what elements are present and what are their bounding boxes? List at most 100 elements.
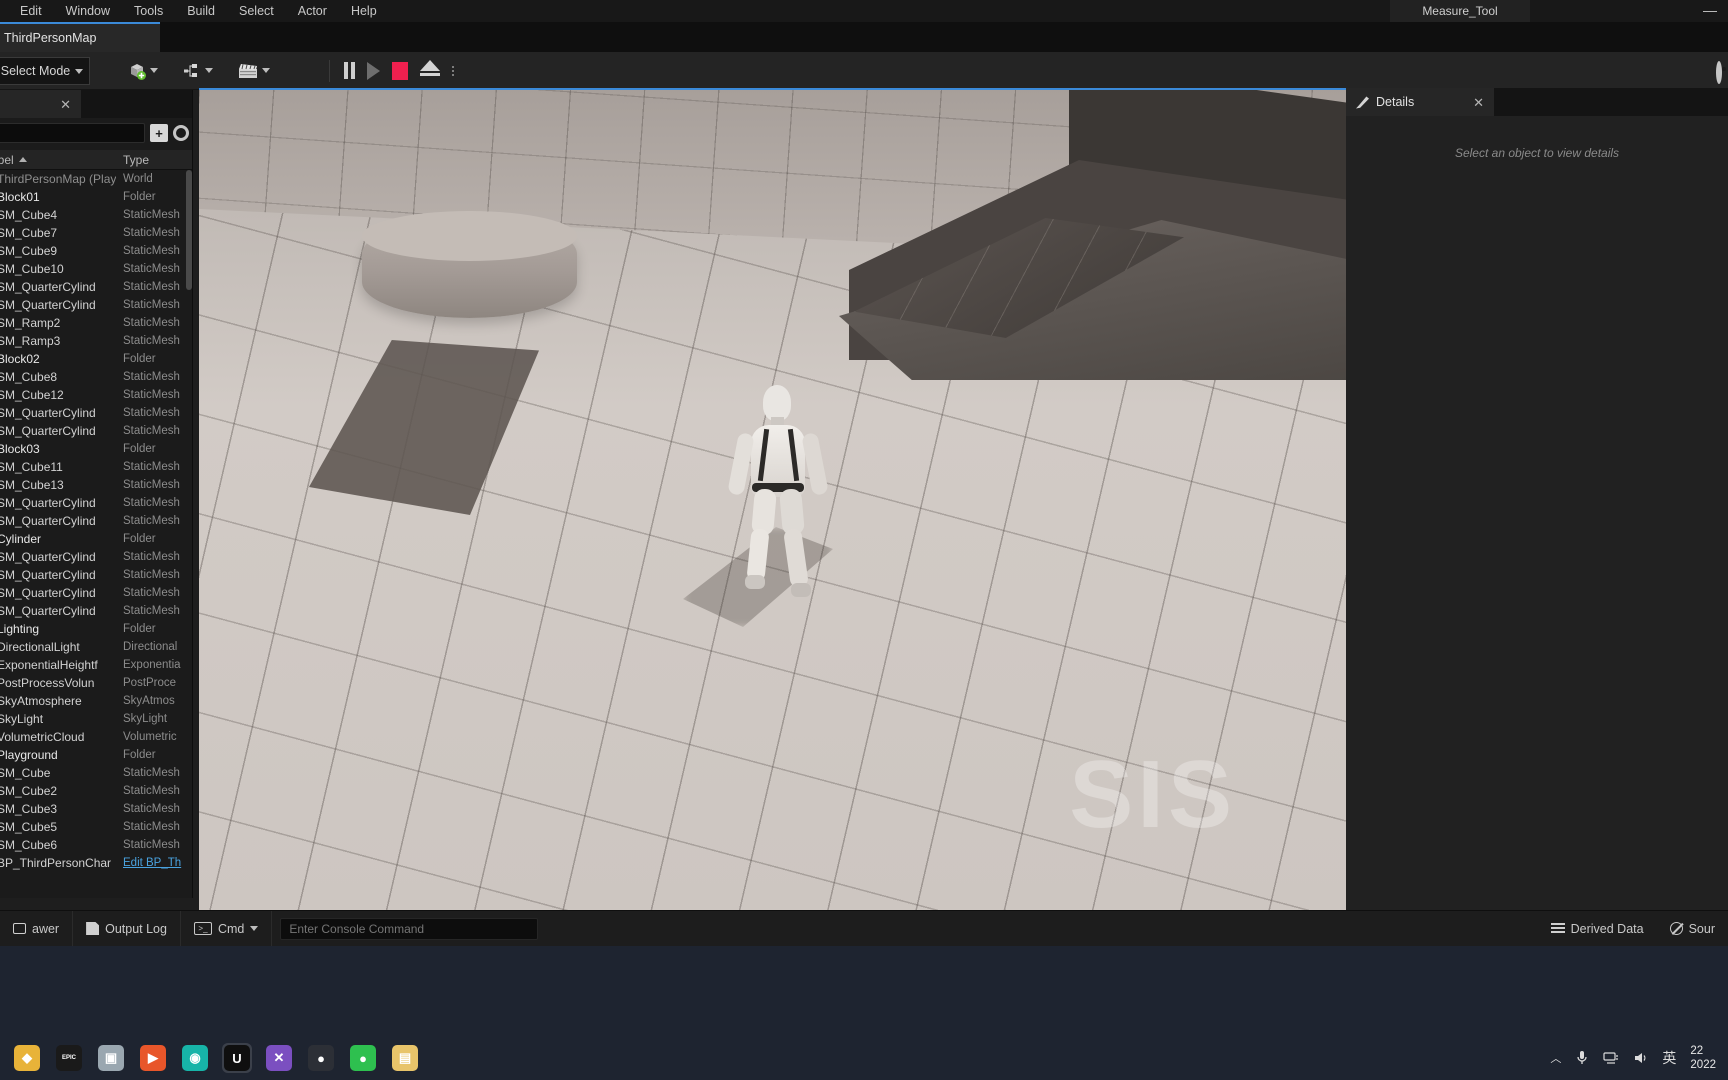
outliner-row[interactable]: Block01 Folder xyxy=(0,188,192,206)
toolbar-settings-button[interactable] xyxy=(1716,61,1722,84)
derived-data-button[interactable]: Derived Data xyxy=(1538,911,1657,947)
outliner-row[interactable]: SM_Cube13 StaticMesh xyxy=(0,476,192,494)
outliner-row[interactable]: ▲ExponentialHeightfExponentia xyxy=(0,656,192,674)
taskbar-app-epic-games[interactable]: EPIC xyxy=(54,1043,84,1073)
outliner-row[interactable]: Cylinder Folder xyxy=(0,530,192,548)
outliner-row[interactable]: ▣PostProcessVolunPostProce xyxy=(0,674,192,692)
tab-outliner[interactable]: ✕ xyxy=(0,90,81,118)
console-command-input[interactable] xyxy=(289,921,530,936)
outliner-row[interactable]: SM_Cube5 StaticMesh xyxy=(0,818,192,836)
add-filter-icon[interactable]: + xyxy=(150,124,168,142)
taskbar-app-obs[interactable]: ● xyxy=(306,1043,336,1073)
eject-button[interactable] xyxy=(415,56,445,86)
outliner-row[interactable]: ThirdPersonMap (Play World xyxy=(0,170,192,188)
menu-item-actor[interactable]: Actor xyxy=(286,2,339,20)
status-bar: awer Output Log >_ Cmd Derived Data Sour xyxy=(0,910,1728,947)
outliner-row[interactable]: SM_Cube3 StaticMesh xyxy=(0,800,192,818)
search-input[interactable] xyxy=(0,127,139,139)
network-icon[interactable] xyxy=(1603,1051,1619,1065)
outliner-row-type: StaticMesh xyxy=(123,785,180,797)
outliner-row[interactable]: SM_Cube StaticMesh xyxy=(0,764,192,782)
outliner-row[interactable]: SM_QuarterCylind StaticMesh xyxy=(0,278,192,296)
outliner-row[interactable]: SM_QuarterCylind StaticMesh xyxy=(0,422,192,440)
more-options-button[interactable] xyxy=(447,56,459,86)
taskbar-clock[interactable]: 22 2022 xyxy=(1690,1044,1716,1073)
outliner-row[interactable]: SM_Cube8 StaticMesh xyxy=(0,368,192,386)
blueprints-button[interactable] xyxy=(177,56,218,86)
level-viewport[interactable]: SIS xyxy=(199,88,1346,910)
outliner-row[interactable]: SM_Cube4 StaticMesh xyxy=(0,206,192,224)
cmd-dropdown-button[interactable]: >_ Cmd xyxy=(181,910,273,947)
pause-button[interactable] xyxy=(339,56,360,86)
console-prompt-icon: >_ xyxy=(193,922,212,935)
ime-language-indicator[interactable]: 英 xyxy=(1662,1048,1676,1068)
taskbar-app-wechat[interactable]: ● xyxy=(348,1043,378,1073)
volume-icon[interactable] xyxy=(1633,1051,1648,1065)
output-log-button[interactable]: Output Log xyxy=(73,910,181,947)
outliner-row[interactable]: SM_Cube10 StaticMesh xyxy=(0,260,192,278)
outliner-row[interactable]: SM_Cube12 StaticMesh xyxy=(0,386,192,404)
taskbar-app-folder-orange[interactable]: ◆ xyxy=(12,1043,42,1073)
outliner-row[interactable]: SM_QuarterCylind StaticMesh xyxy=(0,584,192,602)
content-drawer-button[interactable]: awer xyxy=(0,910,74,947)
outliner-row[interactable]: ◉BP_ThirdPersonCharEdit BP_Th xyxy=(0,854,192,872)
outliner-search-box[interactable] xyxy=(0,123,145,143)
menu-item-select[interactable]: Select xyxy=(227,2,286,20)
close-icon[interactable]: ✕ xyxy=(1473,96,1484,109)
console-command-box[interactable] xyxy=(280,917,539,940)
mic-icon[interactable] xyxy=(1575,1050,1589,1066)
outliner-row[interactable]: ⛰SkyAtmosphereSkyAtmos xyxy=(0,692,192,710)
outliner-settings-gear-icon[interactable] xyxy=(173,125,189,141)
outliner-row[interactable]: ◍SkyLightSkyLight xyxy=(0,710,192,728)
step-button[interactable] xyxy=(362,56,385,86)
taskbar-app-media[interactable]: ▶ xyxy=(138,1043,168,1073)
select-mode-dropdown[interactable]: Select Mode xyxy=(0,57,90,85)
outliner-row[interactable]: Block03 Folder xyxy=(0,440,192,458)
tray-expand-chevron-icon[interactable]: ︿ xyxy=(1550,1050,1561,1066)
outliner-row-type: SkyLight xyxy=(123,713,168,725)
outliner-row[interactable]: SM_Cube9 StaticMesh xyxy=(0,242,192,260)
tab-third-person-map[interactable]: ThirdPersonMap xyxy=(0,22,160,52)
menu-item-tools[interactable]: Tools xyxy=(122,2,175,20)
outliner-row[interactable]: SM_QuarterCylind StaticMesh xyxy=(0,512,192,530)
source-control-button[interactable]: Sour xyxy=(1657,911,1728,947)
outliner-row-name: Block03 xyxy=(0,442,123,456)
taskbar-app-file-explorer[interactable]: ▤ xyxy=(390,1043,420,1073)
outliner-row[interactable]: SM_QuarterCylind StaticMesh xyxy=(0,296,192,314)
outliner-row[interactable]: SM_Ramp3 StaticMesh xyxy=(0,332,192,350)
outliner-row[interactable]: Block02 Folder xyxy=(0,350,192,368)
outliner-row[interactable]: SM_Cube7 StaticMesh xyxy=(0,224,192,242)
outliner-row[interactable]: SM_QuarterCylind StaticMesh xyxy=(0,548,192,566)
column-header-label[interactable]: abel xyxy=(0,153,123,167)
outliner-row[interactable]: SM_QuarterCylind StaticMesh xyxy=(0,494,192,512)
menu-item-edit[interactable]: Edit xyxy=(8,2,54,20)
outliner-row[interactable]: Playground Folder xyxy=(0,746,192,764)
taskbar-app-unreal-engine[interactable]: U xyxy=(222,1043,252,1073)
outliner-row-list[interactable]: ThirdPersonMap (Play World Block01 Folder SM… xyxy=(0,170,192,898)
window-minimize-button[interactable] xyxy=(1692,0,1728,22)
stop-button[interactable] xyxy=(387,56,413,86)
outliner-row[interactable]: SM_Cube6 StaticMesh xyxy=(0,836,192,854)
taskbar-app-visual-studio[interactable]: ✕ xyxy=(264,1043,294,1073)
outliner-row-type: Folder xyxy=(123,191,156,203)
outliner-scrollbar[interactable] xyxy=(186,170,192,290)
close-icon[interactable]: ✕ xyxy=(60,98,71,111)
cinematics-button[interactable] xyxy=(232,56,275,86)
taskbar-app-edge[interactable]: ◉ xyxy=(180,1043,210,1073)
outliner-row[interactable]: ☁VolumetricCloudVolumetric xyxy=(0,728,192,746)
outliner-row[interactable]: SM_Ramp2 StaticMesh xyxy=(0,314,192,332)
menu-item-build[interactable]: Build xyxy=(175,2,227,20)
outliner-row[interactable]: SM_QuarterCylind StaticMesh xyxy=(0,566,192,584)
outliner-row[interactable]: SM_QuarterCylind StaticMesh xyxy=(0,602,192,620)
menu-item-help[interactable]: Help xyxy=(339,2,389,20)
outliner-row[interactable]: SM_Cube2 StaticMesh xyxy=(0,782,192,800)
outliner-row[interactable]: Lighting Folder xyxy=(0,620,192,638)
outliner-row[interactable]: ✳DirectionalLightDirectional xyxy=(0,638,192,656)
column-header-type[interactable]: Type xyxy=(123,153,192,167)
create-actor-button[interactable] xyxy=(122,56,163,86)
outliner-row[interactable]: SM_Cube11 StaticMesh xyxy=(0,458,192,476)
taskbar-app-photos[interactable]: ▣ xyxy=(96,1043,126,1073)
tab-details[interactable]: Details ✕ xyxy=(1346,88,1494,116)
menu-item-window[interactable]: Window xyxy=(54,2,122,20)
outliner-row[interactable]: SM_QuarterCylind StaticMesh xyxy=(0,404,192,422)
